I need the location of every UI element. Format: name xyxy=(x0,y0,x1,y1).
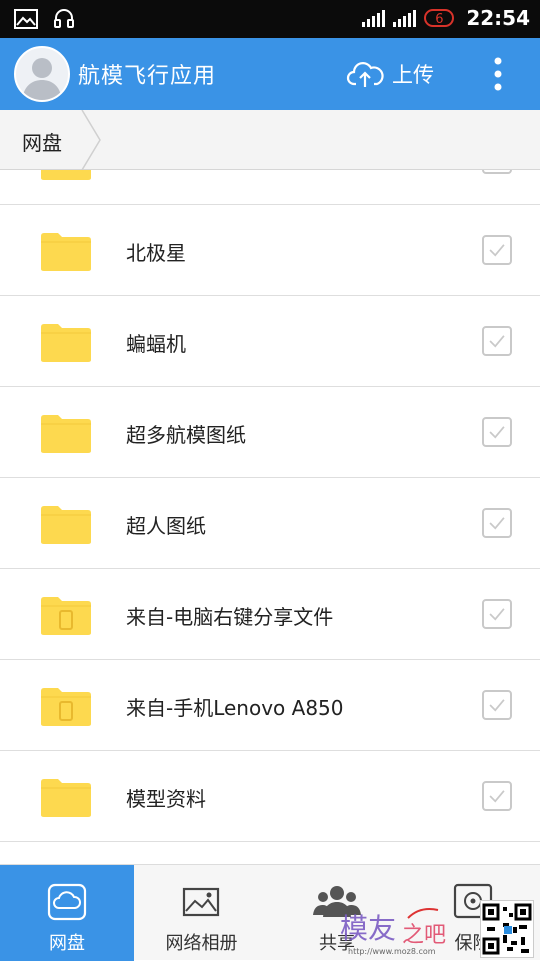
file-name: 来自-电脑右键分享文件 xyxy=(126,605,334,629)
upload-label: 上传 xyxy=(392,63,434,87)
breadcrumb-root[interactable]: 网盘 xyxy=(22,127,62,156)
file-name: 超多航模图纸 xyxy=(126,423,246,447)
folder-icon xyxy=(41,779,91,817)
select-checkbox[interactable] xyxy=(482,170,512,174)
tab-label: 网络相册 xyxy=(165,933,238,954)
tab-label: 网盘 xyxy=(49,933,85,954)
svg-text:http://www.moz8.com: http://www.moz8.com xyxy=(348,947,436,956)
folder-icon xyxy=(41,170,91,180)
select-checkbox[interactable] xyxy=(482,326,512,356)
list-item[interactable]: 超多航模图纸 xyxy=(0,387,540,478)
breadcrumb-chevron-icon xyxy=(81,110,101,170)
photo-album-icon xyxy=(182,887,219,917)
folder-device-icon xyxy=(41,597,91,635)
file-name: 北极星 xyxy=(126,241,186,265)
file-name: 来自-手机Lenovo A850 xyxy=(126,696,344,720)
select-checkbox[interactable] xyxy=(482,599,512,629)
select-checkbox[interactable] xyxy=(482,417,512,447)
avatar[interactable] xyxy=(14,46,70,102)
image-notification-icon xyxy=(14,9,38,29)
watermark-logo: 模友 之吧 http://www.moz8.com xyxy=(338,900,468,958)
signal-icon xyxy=(393,9,417,27)
select-checkbox[interactable] xyxy=(482,781,512,811)
select-checkbox[interactable] xyxy=(482,508,512,538)
select-checkbox[interactable] xyxy=(482,690,512,720)
tab-photo-album[interactable]: 网络相册 xyxy=(134,865,269,961)
folder-icon xyxy=(41,506,91,544)
file-name: 超人图纸 xyxy=(126,514,206,538)
list-item[interactable] xyxy=(0,170,540,205)
notification-count-badge: 6 xyxy=(424,9,455,27)
breadcrumb: 网盘 xyxy=(0,110,540,170)
more-vert-icon[interactable] xyxy=(480,52,516,96)
clock: 22:54 xyxy=(466,6,530,30)
folder-icon xyxy=(41,324,91,362)
cloud-drive-icon xyxy=(47,883,87,921)
list-item[interactable]: 来自-电脑右键分享文件 xyxy=(0,569,540,660)
headset-icon xyxy=(54,9,74,28)
select-checkbox[interactable] xyxy=(482,235,512,265)
app-title: 航模飞行应用 xyxy=(78,64,217,89)
list-item[interactable]: 来自-手机Lenovo A850 xyxy=(0,660,540,751)
list-item[interactable]: 超人图纸 xyxy=(0,478,540,569)
svg-text:之吧: 之吧 xyxy=(402,923,446,948)
qr-code-image xyxy=(480,900,534,958)
status-bar: 6 22:54 xyxy=(0,0,540,38)
list-item[interactable]: 模型资料 xyxy=(0,751,540,842)
tab-cloud-drive[interactable]: 网盘 xyxy=(0,865,134,961)
signal-icon xyxy=(362,9,386,27)
app-bar: 航模飞行应用 上传 xyxy=(0,38,540,110)
folder-icon xyxy=(41,415,91,453)
list-item[interactable]: 蝙蝠机 xyxy=(0,296,540,387)
file-name: 模型资料 xyxy=(126,787,206,811)
file-list: 北极星 蝙蝠机 超多航模图纸 超人图纸 来自-电脑右键分享文件 来自-手机Len… xyxy=(0,170,540,864)
folder-icon xyxy=(41,233,91,271)
file-name: 蝙蝠机 xyxy=(126,332,186,356)
svg-text:模友: 模友 xyxy=(340,912,396,945)
upload-button[interactable]: 上传 xyxy=(346,56,434,92)
list-item[interactable]: 北极星 xyxy=(0,205,540,296)
folder-device-icon xyxy=(41,688,91,726)
cloud-upload-icon xyxy=(346,62,384,87)
